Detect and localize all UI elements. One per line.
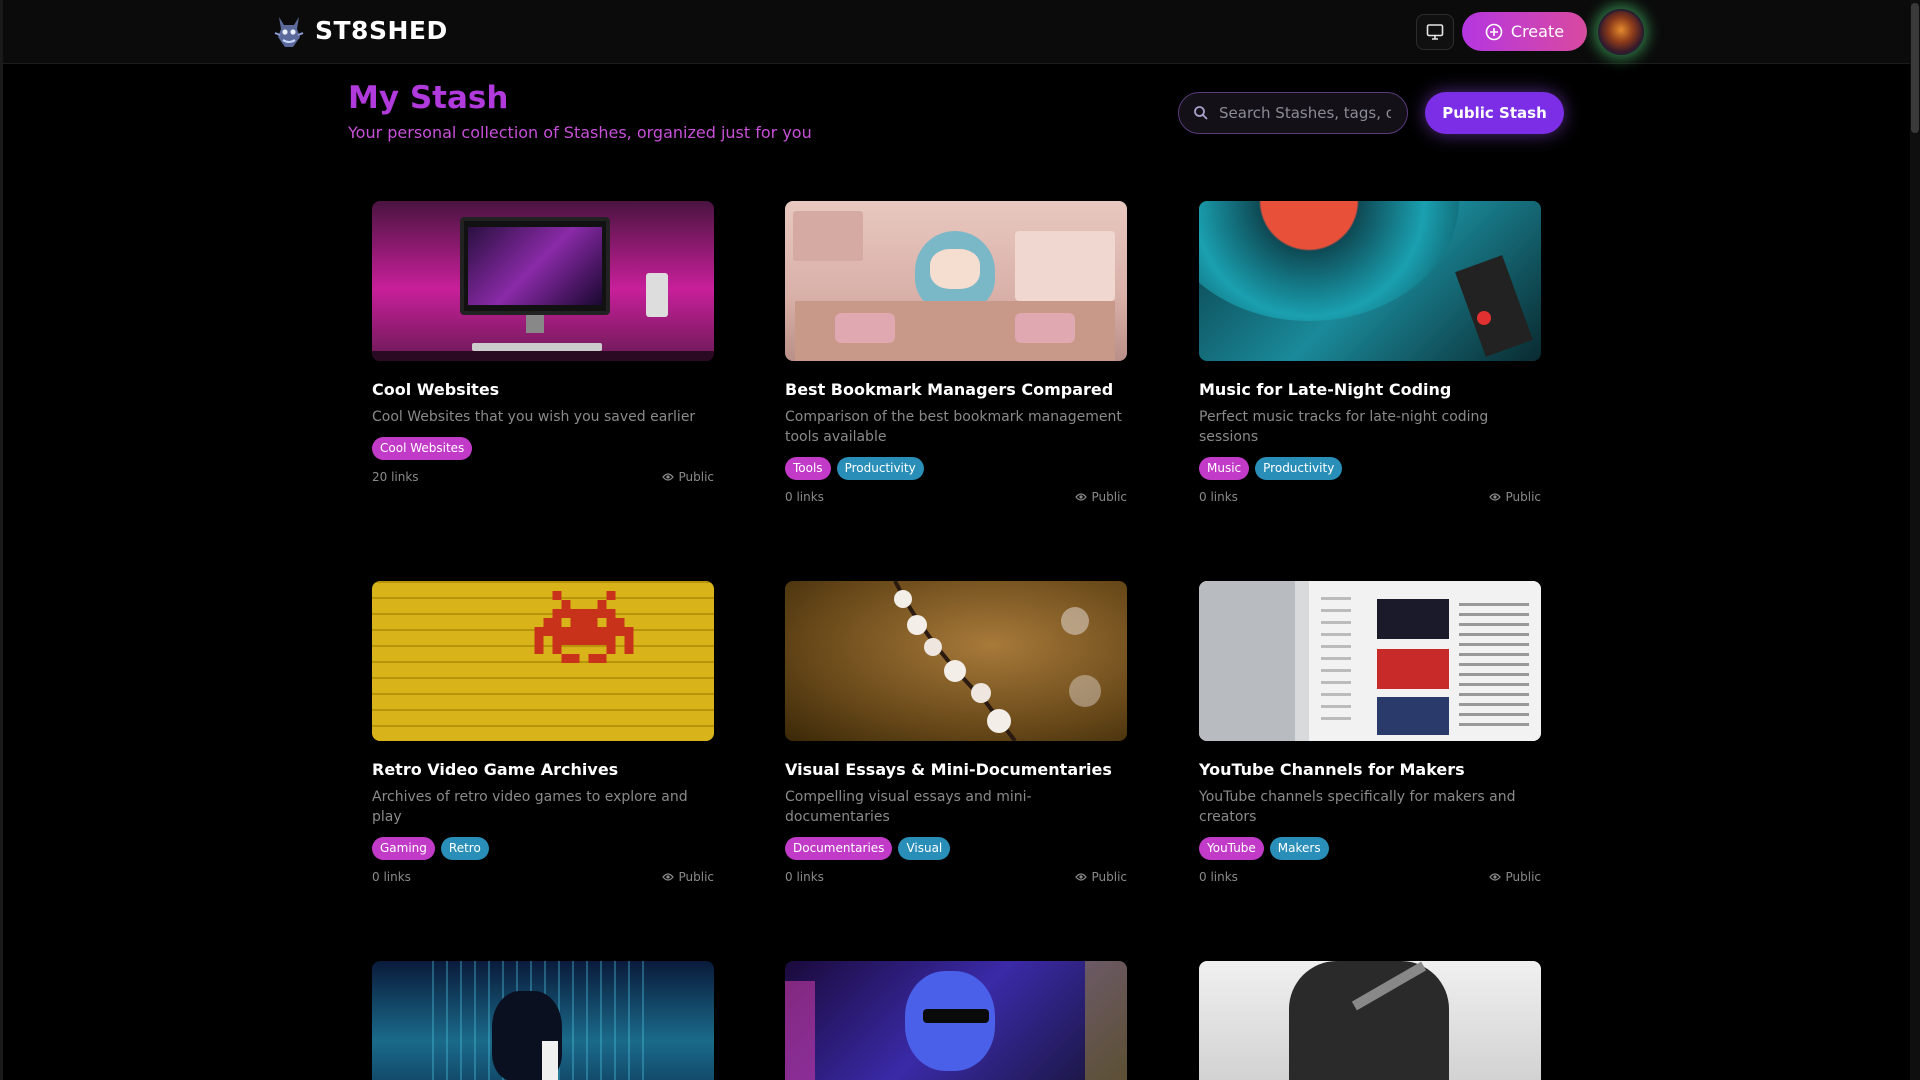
display-toggle-button[interactable] xyxy=(1416,14,1454,50)
tag-list: Tools Productivity xyxy=(785,457,1127,480)
tag-chip[interactable]: Music xyxy=(1199,457,1250,480)
stash-card[interactable] xyxy=(372,961,714,1080)
monitor-icon xyxy=(1426,24,1444,40)
stash-thumbnail-neon-portrait[interactable] xyxy=(785,961,1127,1080)
plus-circle-icon xyxy=(1485,23,1503,40)
page-scrollbar[interactable] xyxy=(1910,0,1920,1080)
tag-list: Gaming Retro xyxy=(372,837,714,860)
brand-name[interactable]: ST8SHED xyxy=(315,16,448,45)
eye-icon xyxy=(1489,873,1502,881)
stash-card[interactable]: Retro Video Game Archives Archives of re… xyxy=(372,581,714,884)
visibility-label: Public xyxy=(678,870,714,884)
visibility-status: Public xyxy=(662,870,714,884)
link-count: 0 links xyxy=(1199,870,1238,884)
tag-list: Documentaries Visual xyxy=(785,837,1127,860)
visibility-status: Public xyxy=(662,470,714,484)
tag-chip[interactable]: Makers xyxy=(1269,837,1329,860)
page-subtitle: Your personal collection of Stashes, org… xyxy=(348,123,812,142)
stash-title[interactable]: Visual Essays & Mini-Documentaries xyxy=(785,760,1127,779)
user-avatar[interactable] xyxy=(1598,9,1644,55)
create-button[interactable]: Create xyxy=(1462,12,1587,51)
stash-meta: 0 links Public xyxy=(785,870,1127,884)
eye-icon xyxy=(1075,873,1088,881)
scrollbar-thumb[interactable] xyxy=(1911,3,1919,133)
visibility-label: Public xyxy=(678,470,714,484)
stash-card[interactable]: YouTube Channels for Makers YouTube chan… xyxy=(1199,581,1541,884)
search-box[interactable] xyxy=(1178,92,1408,134)
tag-chip[interactable]: Visual xyxy=(898,837,951,860)
logo-icon[interactable] xyxy=(271,11,307,51)
tag-chip[interactable]: Productivity xyxy=(1255,457,1343,480)
public-stash-button[interactable]: Public Stash xyxy=(1425,92,1564,134)
visibility-status: Public xyxy=(1489,870,1541,884)
window-edge xyxy=(0,0,3,1080)
stash-meta: 0 links Public xyxy=(1199,870,1541,884)
tag-chip[interactable]: Gaming xyxy=(372,837,435,860)
link-count: 0 links xyxy=(785,490,824,504)
visibility-status: Public xyxy=(1489,490,1541,504)
search-input[interactable] xyxy=(1219,104,1391,122)
stash-card[interactable]: Visual Essays & Mini-Documentaries Compe… xyxy=(785,581,1127,884)
stash-card[interactable]: Music for Late-Night Coding Perfect musi… xyxy=(1199,201,1541,504)
stash-card[interactable]: Cool Websites Cool Websites that you wis… xyxy=(372,201,714,484)
create-label: Create xyxy=(1510,22,1565,41)
stash-meta: 0 links Public xyxy=(1199,490,1541,504)
stash-card[interactable] xyxy=(785,961,1127,1080)
link-count: 20 links xyxy=(372,470,419,484)
stash-description: Perfect music tracks for late-night codi… xyxy=(1199,409,1489,445)
stash-title[interactable]: Best Bookmark Managers Compared xyxy=(785,380,1127,399)
stash-card[interactable]: Best Bookmark Managers Compared Comparis… xyxy=(785,201,1127,504)
top-navbar: ST8SHED Create xyxy=(3,0,1910,64)
stash-description: Cool Websites that you wish you saved ea… xyxy=(372,409,696,425)
eye-icon xyxy=(1489,493,1502,501)
stash-card[interactable] xyxy=(1199,961,1541,1080)
tag-chip[interactable]: Tools xyxy=(785,457,831,480)
visibility-label: Public xyxy=(1505,870,1541,884)
visibility-label: Public xyxy=(1091,870,1127,884)
eye-icon xyxy=(1075,493,1088,501)
stash-description: Comparison of the best bookmark manageme… xyxy=(785,409,1122,445)
tag-list: YouTube Makers xyxy=(1199,837,1541,860)
visibility-status: Public xyxy=(1075,490,1127,504)
tag-list: Music Productivity xyxy=(1199,457,1541,480)
stash-thumbnail-vinyl-record[interactable] xyxy=(1199,201,1541,361)
stash-thumbnail-desk-setup[interactable] xyxy=(372,201,714,361)
eye-icon xyxy=(662,873,675,881)
tag-chip[interactable]: Documentaries xyxy=(785,837,893,860)
stash-thumbnail-blossom-branch[interactable] xyxy=(785,581,1127,741)
stash-thumbnail-monochrome-figure[interactable] xyxy=(1199,961,1541,1080)
stash-meta: 0 links Public xyxy=(785,490,1127,504)
stash-thumbnail-space-invader-wall[interactable] xyxy=(372,581,714,741)
link-count: 0 links xyxy=(1199,490,1238,504)
eye-icon xyxy=(662,473,675,481)
tag-chip[interactable]: Retro xyxy=(440,837,489,860)
stash-meta: 0 links Public xyxy=(372,870,714,884)
visibility-label: Public xyxy=(1091,490,1127,504)
stash-title[interactable]: Music for Late-Night Coding xyxy=(1199,380,1541,399)
tag-chip[interactable]: YouTube xyxy=(1199,837,1264,860)
stash-meta: 20 links Public xyxy=(372,470,714,484)
stash-title[interactable]: YouTube Channels for Makers xyxy=(1199,760,1541,779)
page-title: My Stash xyxy=(348,80,509,116)
stash-description: YouTube channels specifically for makers… xyxy=(1199,789,1516,825)
stash-thumbnail-circuit-deer[interactable] xyxy=(372,961,714,1080)
tag-list: Cool Websites xyxy=(372,437,714,460)
stash-thumbnail-anime-room[interactable] xyxy=(785,201,1127,361)
stash-description: Compelling visual essays and mini-docume… xyxy=(785,789,1032,825)
link-count: 0 links xyxy=(785,870,824,884)
search-icon xyxy=(1194,106,1208,120)
link-count: 0 links xyxy=(372,870,411,884)
tag-chip[interactable]: Productivity xyxy=(836,457,924,480)
tag-chip[interactable]: Cool Websites xyxy=(372,437,473,460)
stash-title[interactable]: Cool Websites xyxy=(372,380,714,399)
stash-description: Archives of retro video games to explore… xyxy=(372,789,688,825)
stash-thumbnail-youtube-screen[interactable] xyxy=(1199,581,1541,741)
stash-title[interactable]: Retro Video Game Archives xyxy=(372,760,714,779)
visibility-label: Public xyxy=(1505,490,1541,504)
visibility-status: Public xyxy=(1075,870,1127,884)
